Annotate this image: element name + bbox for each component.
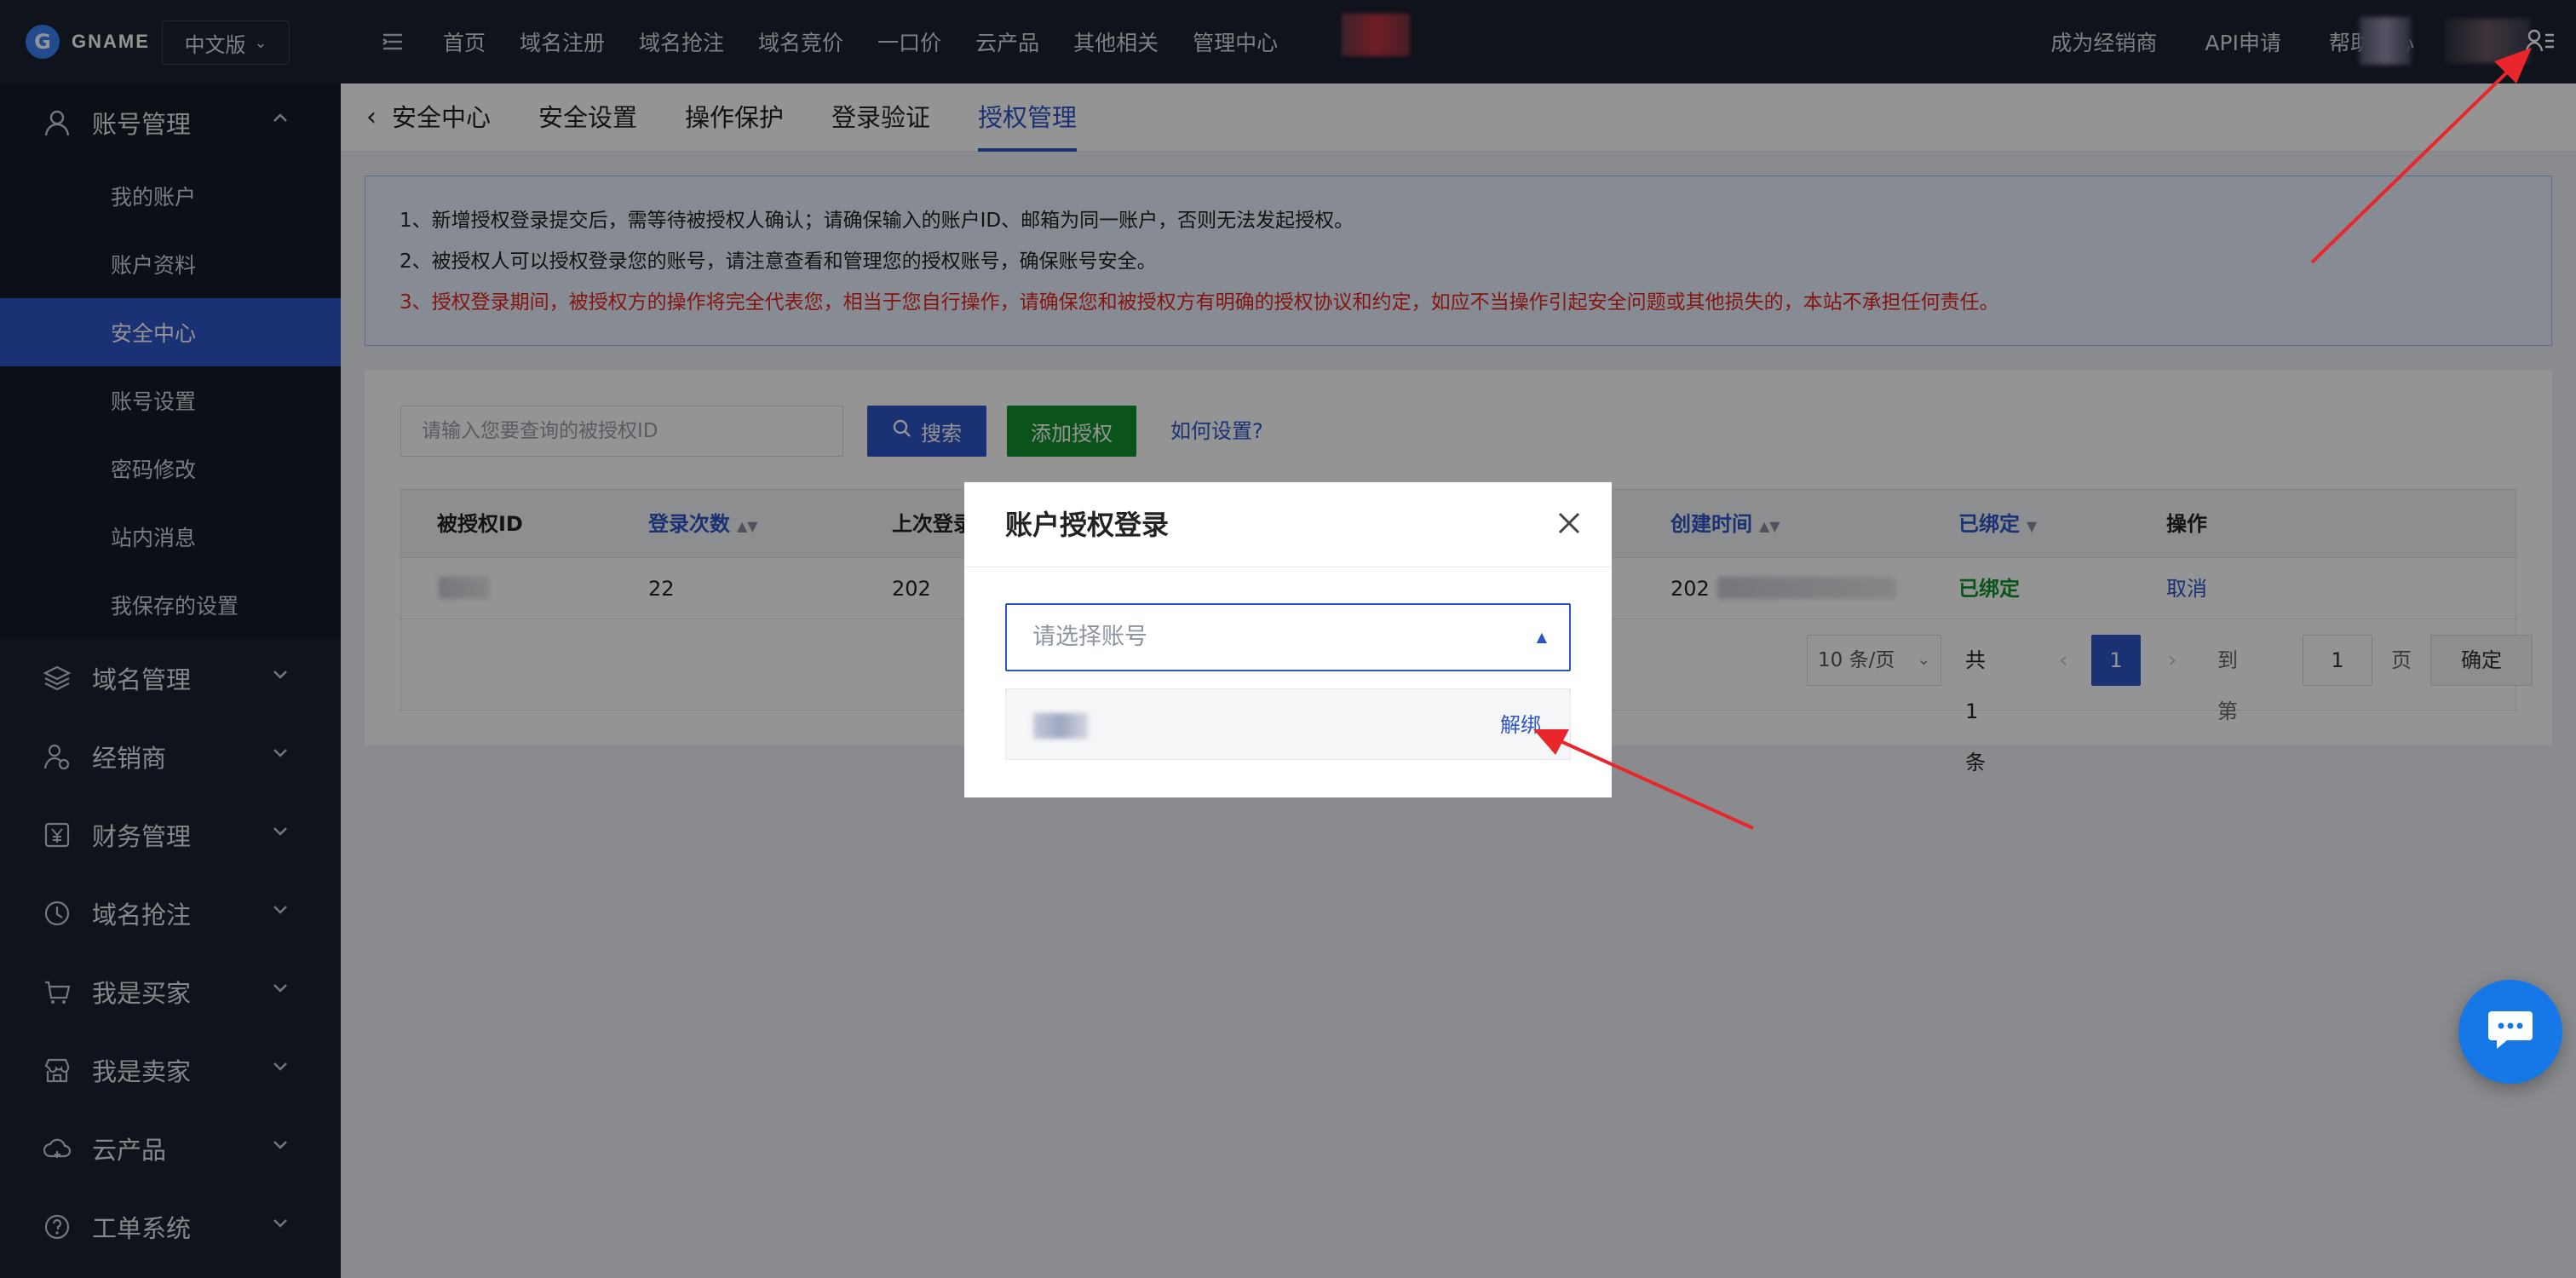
unbind-link[interactable]: 解绑 — [1500, 689, 1541, 761]
caret-up-icon: ▲ — [1536, 629, 1547, 645]
close-icon[interactable] — [1554, 508, 1584, 538]
account-option[interactable]: 解绑 — [1005, 688, 1571, 760]
modal-title: 账户授权登录 — [1005, 509, 1170, 541]
chat-bubble-icon — [2485, 1006, 2536, 1057]
chat-button[interactable] — [2458, 980, 2562, 1084]
modal-header: 账户授权登录 — [964, 482, 1612, 567]
account-select[interactable]: 请选择账号 ▲ — [1005, 603, 1571, 671]
account-authorization-modal: 账户授权登录 请选择账号 ▲ 解绑 — [964, 482, 1612, 797]
account-select-placeholder: 请选择账号 — [1032, 624, 1147, 650]
redacted-account-name — [1033, 713, 1088, 739]
